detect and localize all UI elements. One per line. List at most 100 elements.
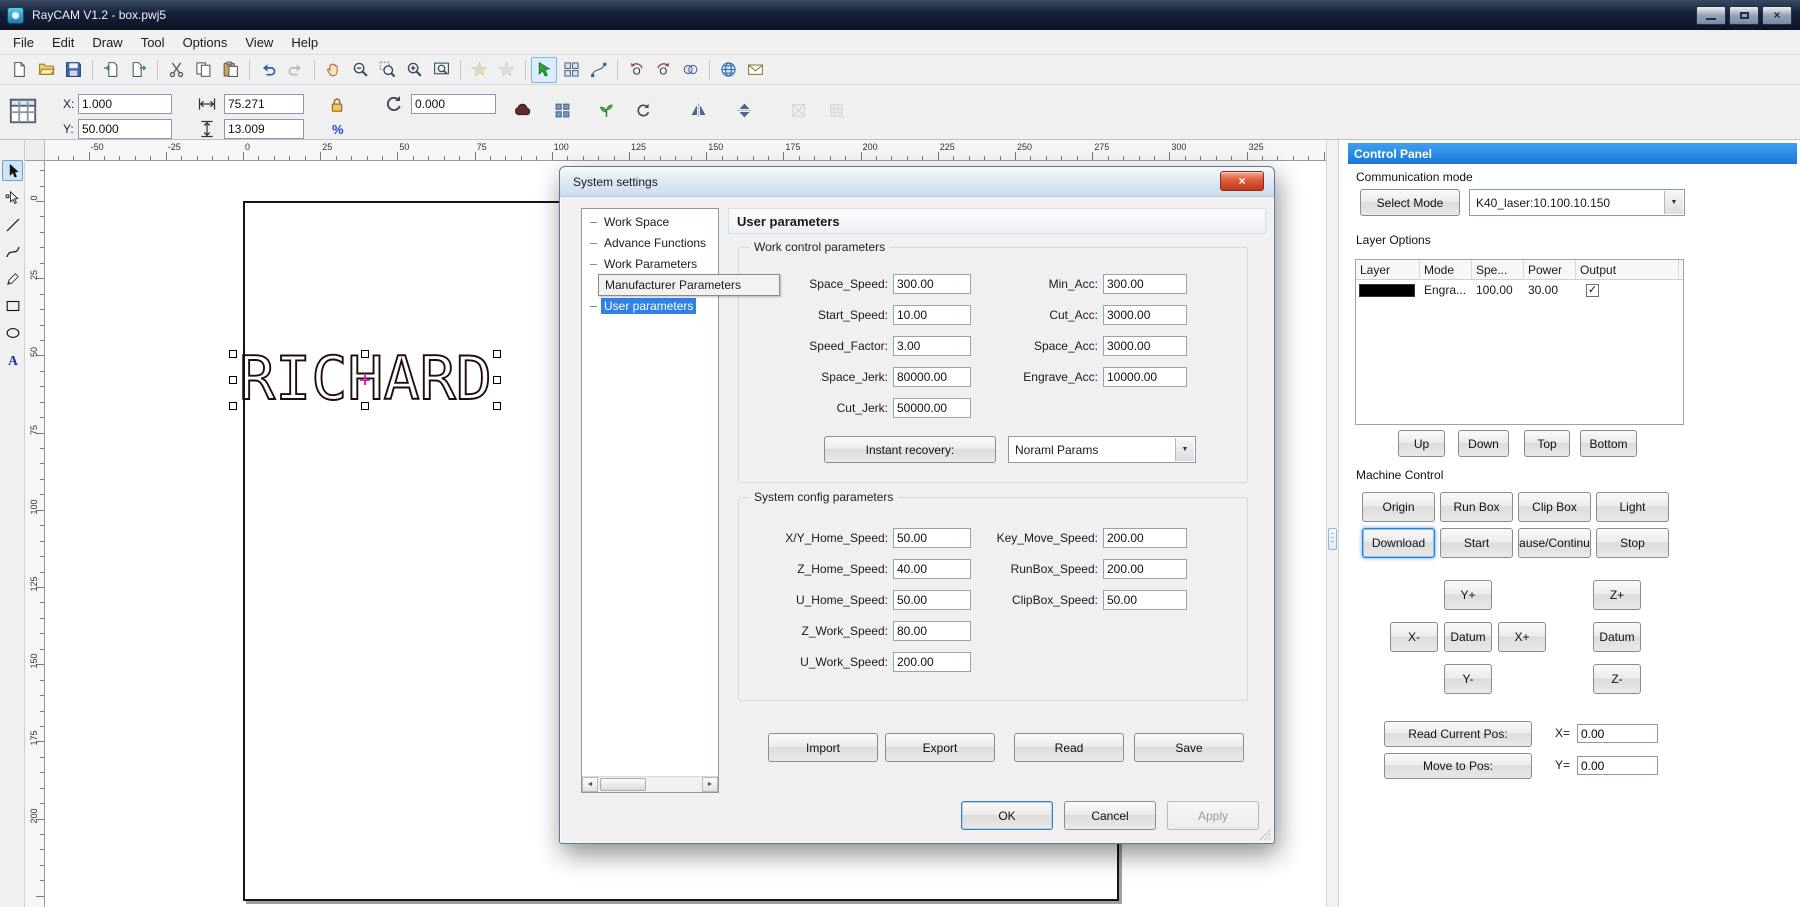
- layer-up-button[interactable]: Up: [1398, 430, 1445, 457]
- selection-handle[interactable]: [493, 350, 501, 358]
- x-coordinate-input[interactable]: [78, 94, 172, 114]
- selection-handle[interactable]: [493, 376, 501, 384]
- field-input[interactable]: [1103, 590, 1187, 610]
- scroll-right-button[interactable]: ►: [702, 777, 718, 792]
- cut-icon[interactable]: [163, 57, 189, 83]
- instant-recovery-button[interactable]: Instant recovery:: [824, 436, 996, 463]
- array-copy-icon[interactable]: [558, 57, 584, 83]
- rotate-icon[interactable]: [384, 94, 404, 114]
- ellipse-tool-icon[interactable]: [2, 322, 23, 343]
- grid-settings-icon[interactable]: [8, 96, 38, 126]
- lock-ratio-icon[interactable]: [328, 94, 346, 116]
- light-button[interactable]: Light: [1596, 492, 1669, 522]
- params-preset-dropdown[interactable]: Noraml Params ▼: [1008, 436, 1196, 463]
- preview-fast-icon[interactable]: [493, 57, 519, 83]
- field-input[interactable]: [1103, 367, 1187, 387]
- splitter-grip[interactable]: [1328, 528, 1337, 550]
- menu-edit[interactable]: Edit: [43, 30, 83, 55]
- download-button[interactable]: Download: [1362, 528, 1435, 558]
- menu-tool[interactable]: Tool: [132, 30, 174, 55]
- save-button[interactable]: Save: [1134, 733, 1244, 762]
- move-to-pos-button[interactable]: Move to Pos:: [1384, 753, 1532, 779]
- dropdown-arrow-icon[interactable]: ▼: [1175, 438, 1194, 461]
- curve-tool-icon[interactable]: [2, 241, 23, 262]
- field-input[interactable]: [893, 652, 971, 672]
- layer-table[interactable]: LayerModeSpe...PowerOutput Engra...100.0…: [1355, 259, 1684, 425]
- rotate-angle-input[interactable]: [411, 94, 496, 114]
- maximize-button[interactable]: [1729, 6, 1759, 25]
- field-input[interactable]: [1103, 559, 1187, 579]
- copy-icon[interactable]: [190, 57, 216, 83]
- mirror-v-icon[interactable]: [731, 97, 757, 123]
- export-button[interactable]: Export: [885, 733, 995, 762]
- undo-icon[interactable]: [255, 57, 281, 83]
- mirror-h-icon[interactable]: [685, 97, 711, 123]
- dropdown-arrow-icon[interactable]: ▼: [1664, 191, 1683, 214]
- export-icon[interactable]: [125, 57, 151, 83]
- import-icon[interactable]: [98, 57, 124, 83]
- layer-row[interactable]: Engra...100.0030.00✓: [1356, 280, 1683, 300]
- send-job-icon[interactable]: [742, 57, 768, 83]
- jog-z-minus-button[interactable]: Z-: [1593, 664, 1641, 694]
- rotate-text-cw-icon[interactable]: O: [650, 57, 676, 83]
- nest-icon[interactable]: [593, 97, 619, 123]
- stop-button[interactable]: Stop: [1596, 528, 1669, 558]
- menu-view[interactable]: View: [236, 30, 282, 55]
- jog-datum-button[interactable]: Datum: [1444, 622, 1492, 652]
- percent-scale-label[interactable]: %: [332, 122, 344, 137]
- ok-button[interactable]: OK: [961, 801, 1053, 830]
- start-button[interactable]: Start: [1440, 528, 1513, 558]
- paste-icon[interactable]: [217, 57, 243, 83]
- rotate-text-ccw-icon[interactable]: O: [623, 57, 649, 83]
- y-coordinate-input[interactable]: [78, 119, 172, 139]
- dialog-close-button[interactable]: ×: [1220, 171, 1264, 191]
- jog-y-minus-button[interactable]: Y-: [1444, 664, 1492, 694]
- close-button[interactable]: ×: [1762, 6, 1792, 25]
- selection-handle[interactable]: [361, 350, 369, 358]
- selection-handle[interactable]: [361, 402, 369, 410]
- menu-options[interactable]: Options: [174, 30, 237, 55]
- rectangle-tool-icon[interactable]: [2, 295, 23, 316]
- dialog-resize-grip[interactable]: [1258, 827, 1271, 840]
- select-mode-button[interactable]: Select Mode: [1360, 189, 1460, 216]
- redo-icon[interactable]: [282, 57, 308, 83]
- zoom-out-icon[interactable]: [347, 57, 373, 83]
- tree-item[interactable]: User parameters: [584, 296, 696, 316]
- pattern-disabled-icon[interactable]: [823, 97, 849, 123]
- panel-splitter[interactable]: [1326, 140, 1339, 907]
- network-icon[interactable]: [715, 57, 741, 83]
- weld-icon[interactable]: [509, 97, 535, 123]
- jog-z-datum-button[interactable]: Datum: [1593, 622, 1641, 652]
- run-box-button[interactable]: Run Box: [1440, 492, 1513, 522]
- ause-continu-button[interactable]: ause/Continu: [1518, 528, 1591, 558]
- selection-handle[interactable]: [493, 402, 501, 410]
- layer-output-checkbox[interactable]: ✓: [1586, 284, 1599, 297]
- read-current-pos-button[interactable]: Read Current Pos:: [1384, 721, 1532, 747]
- pick-tool-icon[interactable]: [531, 57, 557, 83]
- jog-z-plus-button[interactable]: Z+: [1593, 580, 1641, 610]
- text-tool-icon[interactable]: A: [2, 349, 23, 370]
- pan-hand-icon[interactable]: [320, 57, 346, 83]
- import-button[interactable]: Import: [768, 733, 878, 762]
- layer-down-button[interactable]: Down: [1458, 430, 1509, 457]
- position-y-input[interactable]: [1577, 756, 1658, 775]
- jog-x-minus-button[interactable]: X-: [1390, 622, 1438, 652]
- selection-handle[interactable]: [229, 350, 237, 358]
- menu-file[interactable]: File: [4, 30, 43, 55]
- node-edit-tool-icon[interactable]: [2, 187, 23, 208]
- tree-horizontal-scrollbar[interactable]: ◄ ►: [582, 776, 718, 792]
- height-input[interactable]: [224, 119, 304, 139]
- rotate-ccw-icon[interactable]: [630, 97, 656, 123]
- line-tool-icon[interactable]: [2, 214, 23, 235]
- layer-color-swatch[interactable]: [1359, 284, 1415, 297]
- jog-x-plus-button[interactable]: X+: [1498, 622, 1546, 652]
- weld-small-icon[interactable]: [677, 57, 703, 83]
- zoom-window-icon[interactable]: [374, 57, 400, 83]
- field-input[interactable]: [893, 398, 971, 418]
- tree-item[interactable]: Work Parameters: [584, 254, 700, 274]
- open-file-icon[interactable]: [33, 57, 59, 83]
- read-button[interactable]: Read: [1014, 733, 1124, 762]
- field-input[interactable]: [893, 621, 971, 641]
- position-x-input[interactable]: [1577, 724, 1658, 743]
- layer-top-button[interactable]: Top: [1524, 430, 1570, 457]
